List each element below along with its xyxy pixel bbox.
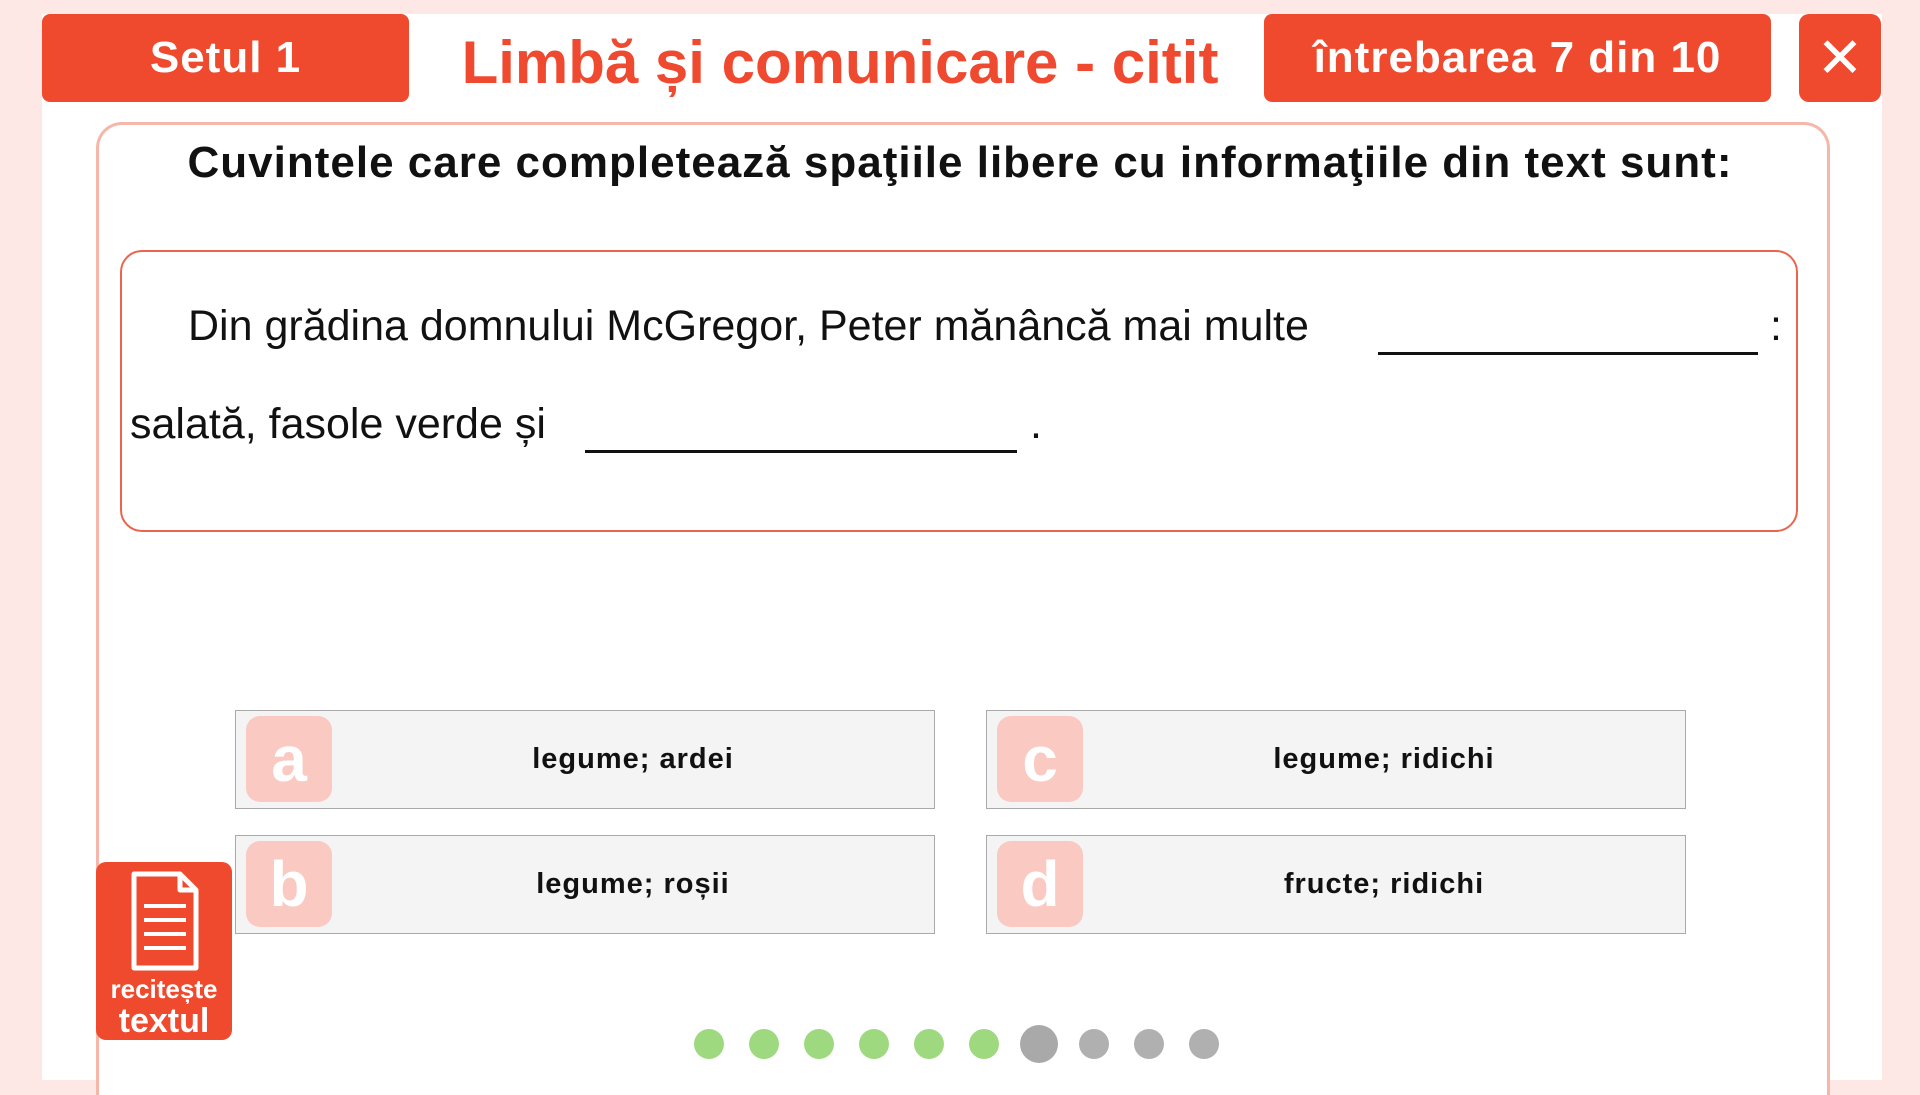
- progress-dot-9: [1134, 1029, 1164, 1059]
- reread-text-button[interactable]: recitește textul: [96, 862, 232, 1040]
- close-icon: ✕: [1816, 26, 1864, 89]
- progress-dot-8: [1079, 1029, 1109, 1059]
- reread-label-line1: recitește: [110, 974, 218, 1004]
- progress-dot-2: [749, 1029, 779, 1059]
- progress-dot-1: [694, 1029, 724, 1059]
- answer-letter: b: [246, 841, 332, 927]
- progress-dot-10: [1189, 1029, 1219, 1059]
- answer-label: legume; ridichi: [1273, 743, 1495, 775]
- answer-option-b[interactable]: b legume; roșii: [235, 835, 935, 934]
- answer-option-c[interactable]: c legume; ridichi: [986, 710, 1686, 809]
- text-line-1: Din grădina domnului McGregor, Peter măn…: [188, 302, 1309, 350]
- blank-1: [1378, 310, 1758, 355]
- progress-dot-7: [1020, 1025, 1058, 1063]
- answer-letter: c: [997, 716, 1083, 802]
- progress-dot-4: [859, 1029, 889, 1059]
- subject-title: Limbă și comunicare - citit: [461, 28, 1219, 96]
- answer-option-d[interactable]: d fructe; ridichi: [986, 835, 1686, 934]
- reread-label-line2: textul: [118, 1002, 210, 1040]
- document-icon: [131, 871, 199, 971]
- question-counter: întrebarea 7 din 10: [1264, 14, 1771, 102]
- blank-2: [585, 408, 1017, 453]
- answer-option-a[interactable]: a legume; ardei: [235, 710, 935, 809]
- question-prompt: Cuvintele care completează spaţiile libe…: [187, 138, 1733, 187]
- progress-dot-3: [804, 1029, 834, 1059]
- text-end: .: [1030, 400, 1042, 448]
- text-line-2: salată, fasole verde și: [130, 400, 546, 448]
- progress-dot-6: [969, 1029, 999, 1059]
- close-button[interactable]: ✕: [1799, 14, 1881, 102]
- answer-letter: d: [997, 841, 1083, 927]
- answer-label: fructe; ridichi: [1283, 868, 1485, 900]
- text-excerpt-box: [120, 250, 1798, 532]
- set-label: Setul 1: [42, 14, 409, 102]
- answer-label: legume; ardei: [532, 743, 734, 775]
- answer-letter: a: [246, 716, 332, 802]
- top-strip: [0, 0, 1920, 14]
- text-colon: :: [1770, 302, 1782, 350]
- answer-label: legume; roșii: [536, 868, 730, 900]
- progress-dot-5: [914, 1029, 944, 1059]
